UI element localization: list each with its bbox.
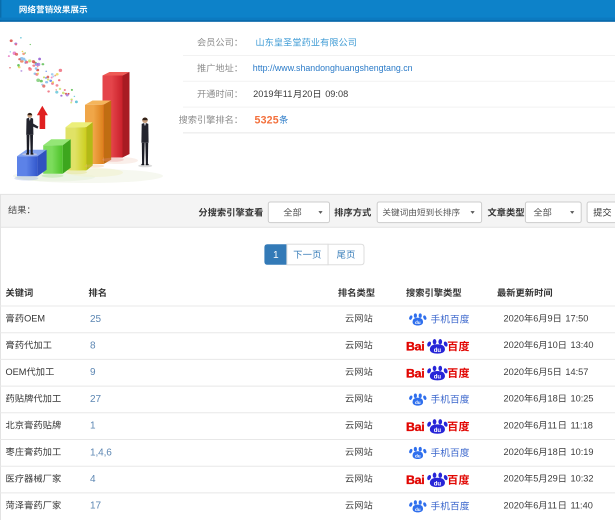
svg-text:20: 20 — [302, 89, 312, 99]
svg-text:25: 25 — [90, 314, 101, 325]
svg-text:2020: 2020 — [504, 340, 524, 350]
svg-text:OEM: OEM — [24, 314, 45, 324]
svg-text:Bai: Bai — [406, 420, 424, 434]
svg-text:10:19: 10:19 — [571, 447, 594, 457]
svg-text:du: du — [415, 507, 421, 512]
svg-text:6: 6 — [533, 367, 538, 377]
svg-text:14:57: 14:57 — [565, 367, 588, 377]
svg-text:2019: 2019 — [253, 89, 273, 99]
svg-text:6: 6 — [533, 500, 538, 510]
svg-text:1: 1 — [90, 421, 96, 432]
svg-text:11:18: 11:18 — [571, 420, 593, 430]
svg-text:6: 6 — [533, 447, 538, 457]
svg-text:8: 8 — [90, 341, 96, 352]
svg-text:10:32: 10:32 — [571, 474, 594, 484]
svg-text:27: 27 — [90, 394, 101, 405]
svg-text:9: 9 — [90, 367, 96, 378]
svg-text:17:50: 17:50 — [565, 314, 588, 324]
svg-text:11: 11 — [548, 420, 558, 430]
svg-text:11: 11 — [548, 500, 558, 510]
svg-text:5325: 5325 — [255, 114, 279, 126]
svg-text:10: 10 — [548, 340, 558, 350]
svg-text:OEM: OEM — [6, 367, 27, 377]
svg-text:Bai: Bai — [406, 340, 424, 354]
svg-text:du: du — [434, 348, 442, 354]
svg-text:4: 4 — [90, 474, 96, 485]
svg-text:6: 6 — [533, 394, 538, 404]
svg-text:2020: 2020 — [504, 500, 524, 510]
svg-text:du: du — [415, 320, 421, 325]
svg-text:2020: 2020 — [504, 314, 524, 324]
svg-text:5: 5 — [548, 367, 553, 377]
svg-text:17: 17 — [90, 501, 101, 512]
svg-text:2020: 2020 — [504, 420, 524, 430]
svg-text:29: 29 — [548, 474, 558, 484]
svg-text:6: 6 — [533, 420, 538, 430]
svg-text:du: du — [434, 428, 442, 434]
svg-text:du: du — [434, 375, 442, 381]
svg-text:Bai: Bai — [406, 366, 424, 380]
svg-text:5: 5 — [533, 474, 538, 484]
svg-text:9: 9 — [548, 314, 553, 324]
svg-text:6: 6 — [533, 340, 538, 350]
svg-text:1: 1 — [273, 250, 279, 261]
svg-text:11:40: 11:40 — [571, 500, 593, 510]
svg-text:13:40: 13:40 — [571, 340, 594, 350]
svg-text:11: 11 — [283, 89, 293, 99]
svg-text:10:25: 10:25 — [571, 394, 594, 404]
svg-text:du: du — [415, 400, 421, 405]
svg-text:2020: 2020 — [504, 474, 524, 484]
svg-text:6: 6 — [533, 314, 538, 324]
svg-text:2020: 2020 — [504, 394, 524, 404]
svg-text:18: 18 — [548, 447, 558, 457]
svg-text:Bai: Bai — [406, 473, 424, 487]
svg-text:2020: 2020 — [504, 447, 524, 457]
svg-text:du: du — [415, 454, 421, 459]
svg-text:http://www.shandonghuangshengt: http://www.shandonghuangshengtang.cn — [253, 63, 413, 73]
svg-text:18: 18 — [548, 394, 558, 404]
svg-text:1,4,6: 1,4,6 — [90, 447, 112, 458]
svg-text:2020: 2020 — [504, 367, 524, 377]
svg-text:09:08: 09:08 — [325, 89, 348, 99]
svg-text:du: du — [434, 481, 442, 487]
